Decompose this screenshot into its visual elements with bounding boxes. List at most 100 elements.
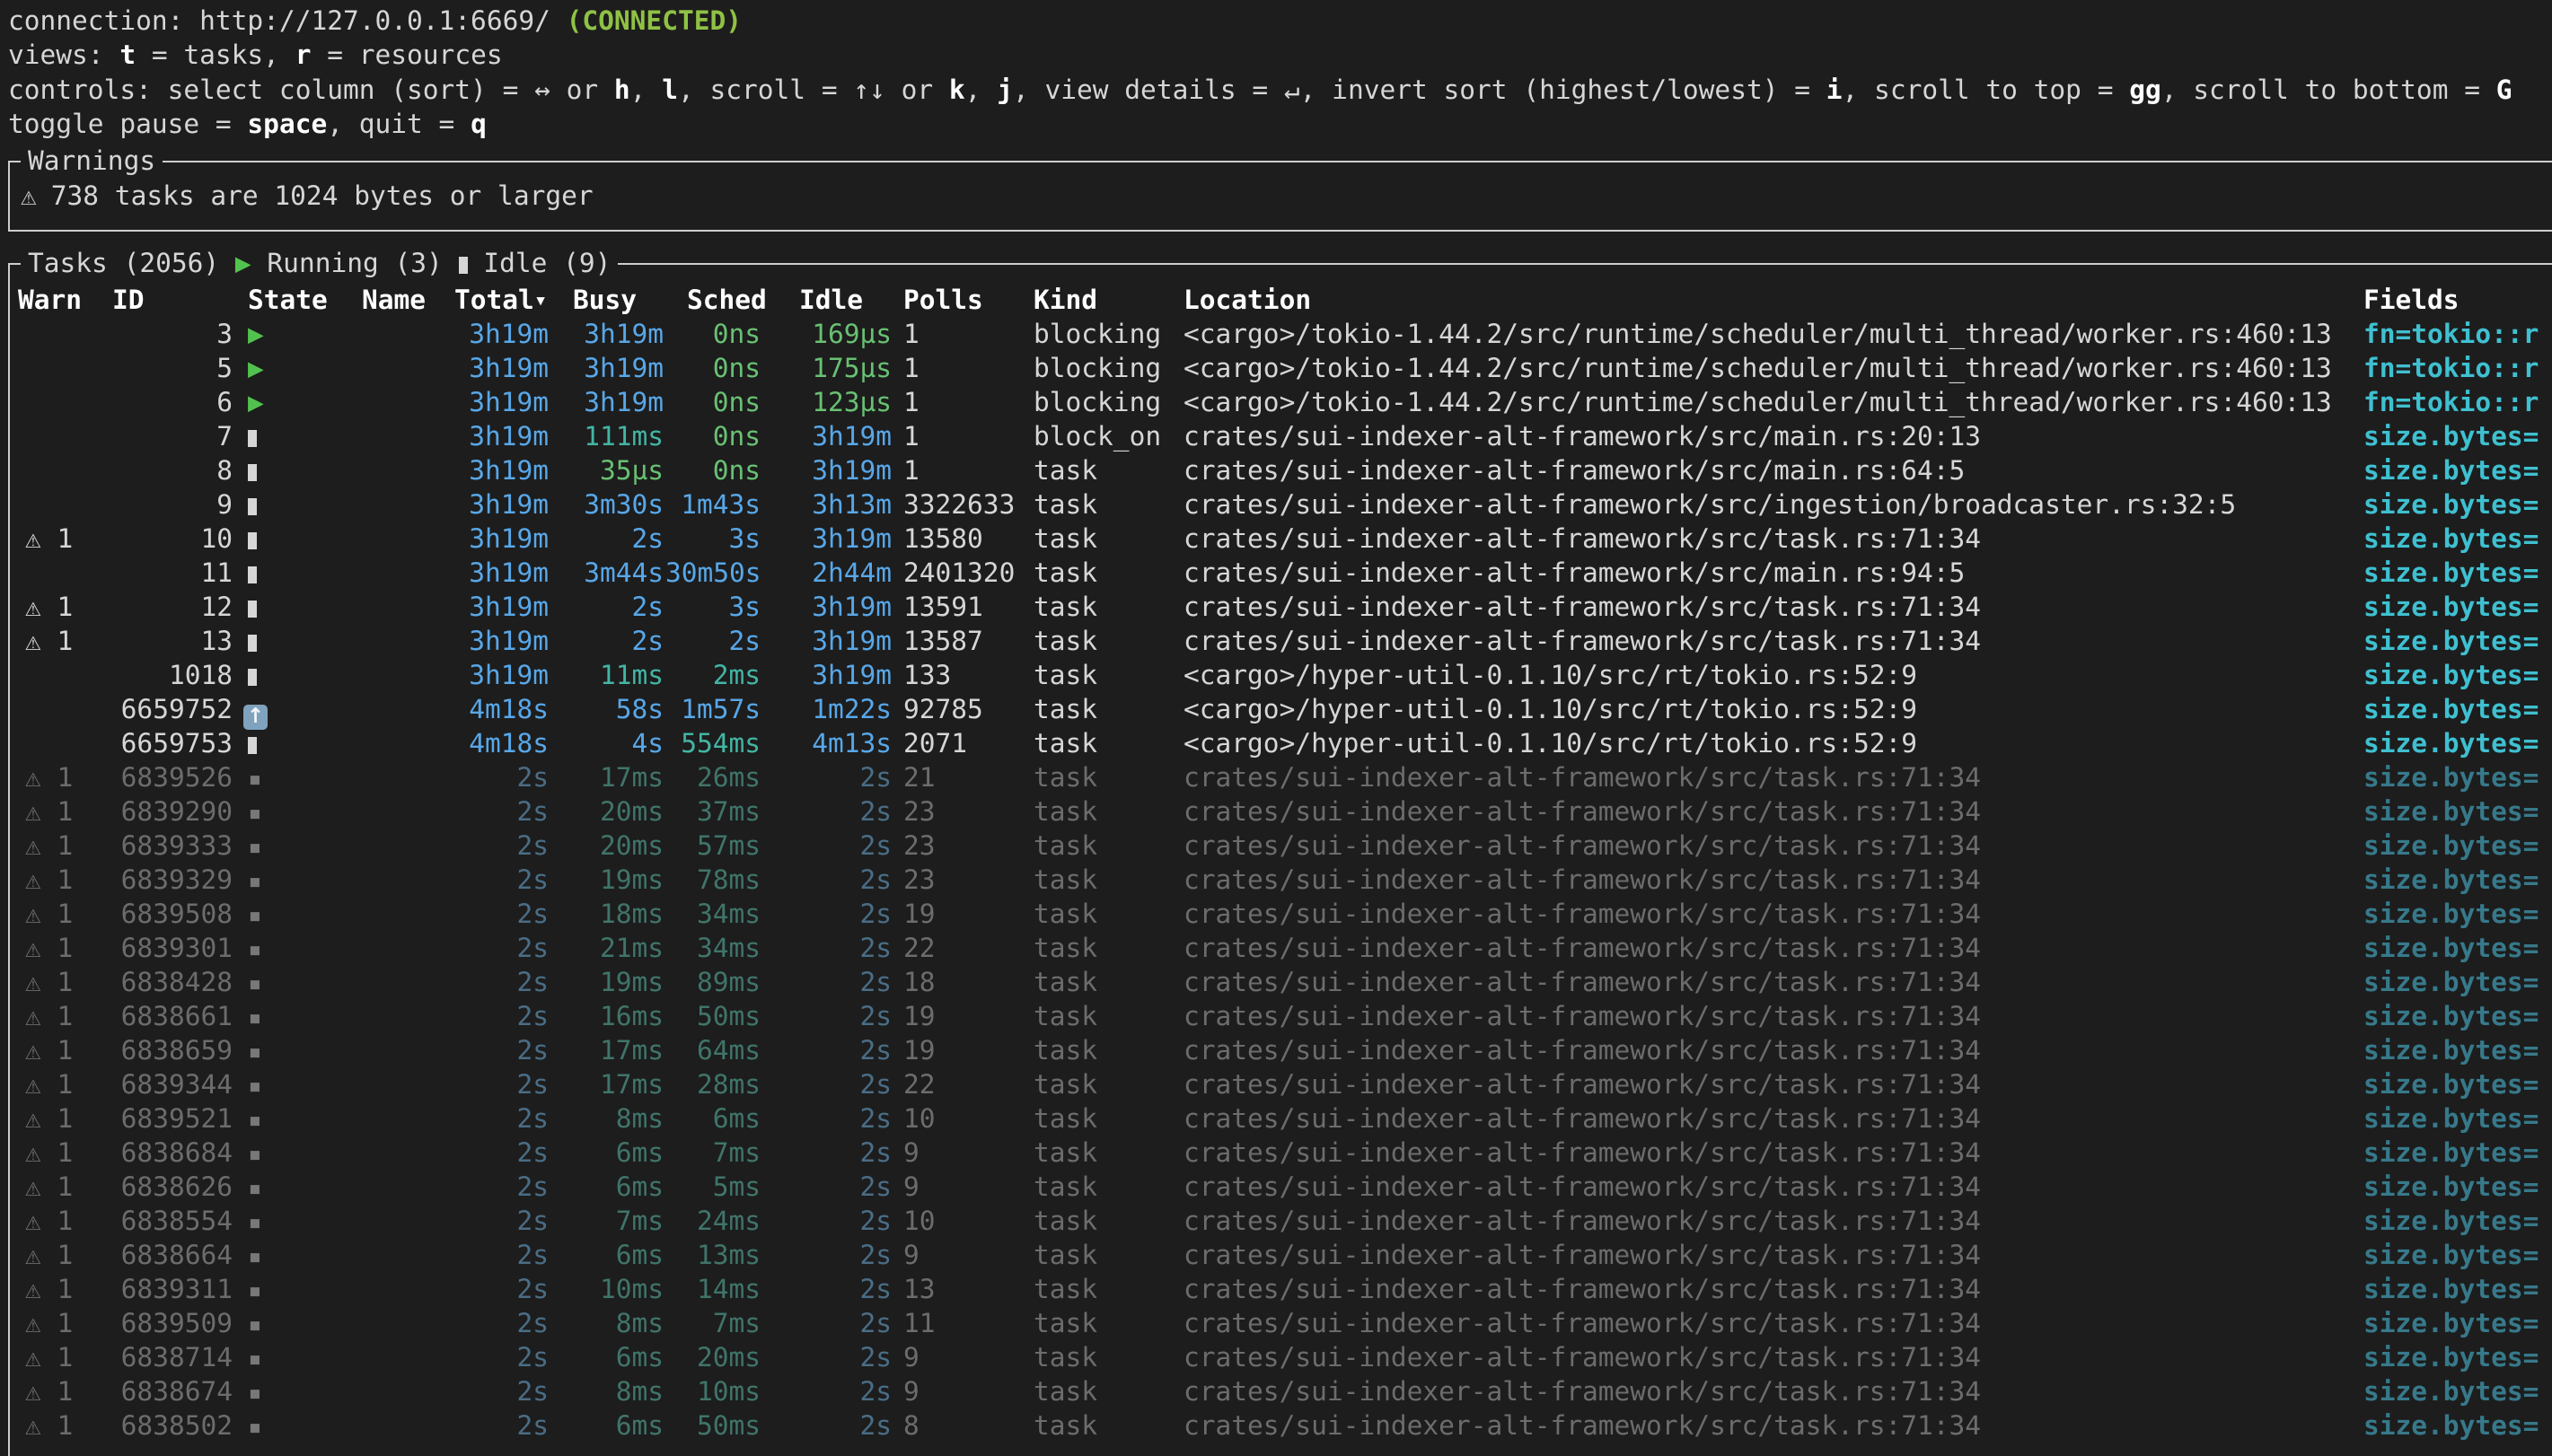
task-sched: 10ms xyxy=(665,1374,762,1410)
column-header-polls[interactable]: Polls xyxy=(893,283,1034,317)
warning-icon: ⚠ xyxy=(25,762,41,793)
task-row[interactable]: ⚠ 1123h19m2s3s3h19m13591taskcrates/sui-i… xyxy=(18,590,2552,624)
column-header-label: Name xyxy=(362,285,426,315)
task-row[interactable]: 113h19m3m44s30m50s2h44m2401320taskcrates… xyxy=(18,556,2552,590)
task-name xyxy=(355,1408,444,1444)
task-row[interactable]: 73h19m111ms0ns3h19m1block_oncrates/sui-i… xyxy=(18,419,2552,453)
pause-icon xyxy=(248,532,257,549)
task-row[interactable]: ⚠ 16838661▪2s16ms50ms2s19taskcrates/sui-… xyxy=(18,999,2552,1033)
task-busy: 3m30s xyxy=(550,487,665,522)
task-row[interactable]: ⚠ 16838664▪2s6ms13ms2s9taskcrates/sui-in… xyxy=(18,1238,2552,1272)
task-row[interactable]: 3▶3h19m3h19m0ns169µs1blocking<cargo>/tok… xyxy=(18,317,2552,351)
title-segment: Tasks (2056) xyxy=(28,248,235,278)
warning-icon: ⚠ xyxy=(25,967,41,997)
task-kind: task xyxy=(1034,556,1184,590)
pause-icon xyxy=(248,498,257,515)
column-header-label: Fields xyxy=(2363,285,2460,315)
task-name xyxy=(355,794,444,830)
column-header-idle[interactable]: Idle xyxy=(762,283,893,317)
task-sched: 0ns xyxy=(665,419,762,453)
task-id: 6839344 xyxy=(112,1067,238,1103)
stopped-icon: ▪ xyxy=(248,800,262,827)
task-idle: 2s xyxy=(762,931,893,967)
task-polls: 9 xyxy=(893,1374,1034,1410)
task-row[interactable]: ⚠ 16838684▪2s6ms7ms2s9taskcrates/sui-ind… xyxy=(18,1136,2552,1170)
column-header-warn[interactable]: Warn xyxy=(18,283,112,317)
task-idle: 3h13m xyxy=(762,487,893,522)
task-row[interactable]: 6659752↑4m18s58s1m57s1m22s92785task<carg… xyxy=(18,692,2552,726)
task-idle: 2s xyxy=(762,829,893,864)
column-header-busy[interactable]: Busy xyxy=(550,283,665,317)
column-header-kind[interactable]: Kind xyxy=(1034,283,1184,317)
task-fields: fn=tokio::r xyxy=(2363,317,2552,351)
task-row[interactable]: 83h19m35µs0ns3h19m1taskcrates/sui-indexe… xyxy=(18,453,2552,487)
column-header-fields[interactable]: Fields xyxy=(2363,283,2552,317)
task-row[interactable]: 10183h19m11ms2ms3h19m133task<cargo>/hype… xyxy=(18,658,2552,692)
task-kind: task xyxy=(1034,726,1184,760)
task-sched: 20ms xyxy=(665,1340,762,1376)
task-fields-text: size.bytes= xyxy=(2363,592,2539,622)
warn-cell: ⚠ 1 xyxy=(18,1374,112,1410)
task-row[interactable]: ⚠ 16838674▪2s8ms10ms2s9taskcrates/sui-in… xyxy=(18,1374,2552,1408)
task-row[interactable]: ⚠ 1103h19m2s3s3h19m13580taskcrates/sui-i… xyxy=(18,522,2552,556)
task-fields: size.bytes= xyxy=(2363,1033,2552,1069)
task-row[interactable]: ⚠ 16838714▪2s6ms20ms2s9taskcrates/sui-in… xyxy=(18,1340,2552,1374)
task-location: crates/sui-indexer-alt-framework/src/tas… xyxy=(1184,1067,2363,1103)
task-row[interactable]: ⚠ 1133h19m2s2s3h19m13587taskcrates/sui-i… xyxy=(18,624,2552,658)
task-row[interactable]: ⚠ 16838428▪2s19ms89ms2s18taskcrates/sui-… xyxy=(18,965,2552,999)
task-row[interactable]: ⚠ 16839344▪2s17ms28ms2s22taskcrates/sui-… xyxy=(18,1067,2552,1101)
task-row[interactable]: 66597534m18s4s554ms4m13s2071task<cargo>/… xyxy=(18,726,2552,760)
task-row[interactable]: ⚠ 16839311▪2s10ms14ms2s13taskcrates/sui-… xyxy=(18,1272,2552,1306)
warn-cell: ⚠ 1 xyxy=(18,794,112,830)
task-row[interactable]: 5▶3h19m3h19m0ns175µs1blocking<cargo>/tok… xyxy=(18,351,2552,385)
task-total: 3h19m xyxy=(444,419,550,453)
column-header-label: Location xyxy=(1184,285,1311,315)
task-total: 2s xyxy=(444,1238,550,1274)
task-kind: task xyxy=(1034,931,1184,967)
task-row[interactable]: ⚠ 16839301▪2s21ms34ms2s22taskcrates/sui-… xyxy=(18,931,2552,965)
column-header-id[interactable]: ID xyxy=(112,283,238,317)
task-row[interactable]: 6▶3h19m3h19m0ns123µs1blocking<cargo>/tok… xyxy=(18,385,2552,419)
text-segment: toggle pause = xyxy=(8,109,247,139)
text-segment: t xyxy=(119,39,136,70)
warn-count: 1 xyxy=(41,830,74,861)
task-sched: 34ms xyxy=(665,897,762,933)
task-fields-text: size.bytes= xyxy=(2363,899,2539,929)
task-sched: 64ms xyxy=(665,1033,762,1069)
task-row[interactable]: ⚠ 16839333▪2s20ms57ms2s23taskcrates/sui-… xyxy=(18,829,2552,863)
task-fields: size.bytes= xyxy=(2363,590,2552,624)
text-segment: h xyxy=(614,75,630,105)
task-row[interactable]: ⚠ 16838502▪2s6ms50ms2s8taskcrates/sui-in… xyxy=(18,1408,2552,1443)
task-sched: 13ms xyxy=(665,1238,762,1274)
task-polls: 2071 xyxy=(893,726,1034,760)
task-idle: 2s xyxy=(762,1238,893,1274)
task-fields-text: fn=tokio::r xyxy=(2363,387,2539,417)
warn-cell: ⚠ 1 xyxy=(18,863,112,899)
warn-count: 1 xyxy=(41,1171,74,1202)
task-row[interactable]: ⚠ 16838554▪2s7ms24ms2s10taskcrates/sui-i… xyxy=(18,1204,2552,1238)
column-header-location[interactable]: Location xyxy=(1184,283,2363,317)
task-row[interactable]: ⚠ 16839290▪2s20ms37ms2s23taskcrates/sui-… xyxy=(18,794,2552,829)
task-row[interactable]: ⚠ 16838626▪2s6ms5ms2s9taskcrates/sui-ind… xyxy=(18,1170,2552,1204)
task-row[interactable]: ⚠ 16839526▪2s17ms26ms2s21taskcrates/sui-… xyxy=(18,760,2552,794)
task-row[interactable]: ⚠ 16839508▪2s18ms34ms2s19taskcrates/sui-… xyxy=(18,897,2552,931)
column-header-total[interactable]: Total▾ xyxy=(444,283,550,317)
column-header-state[interactable]: State xyxy=(238,283,355,317)
task-row[interactable]: 93h19m3m30s1m43s3h13m3322633taskcrates/s… xyxy=(18,487,2552,522)
task-location: crates/sui-indexer-alt-framework/src/tas… xyxy=(1184,1408,2363,1444)
stopped-icon: ▪ xyxy=(248,1039,262,1066)
warn-cell xyxy=(18,453,112,487)
task-location: crates/sui-indexer-alt-framework/src/tas… xyxy=(1184,522,2363,556)
task-name xyxy=(355,1033,444,1069)
task-row[interactable]: ⚠ 16838659▪2s17ms64ms2s19taskcrates/sui-… xyxy=(18,1033,2552,1067)
column-header-sched[interactable]: Sched xyxy=(665,283,762,317)
task-sched: 0ns xyxy=(665,351,762,385)
task-state: ▪ xyxy=(238,1170,355,1206)
task-row[interactable]: ⚠ 16839329▪2s19ms78ms2s23taskcrates/sui-… xyxy=(18,863,2552,897)
column-header-name[interactable]: Name xyxy=(355,283,444,317)
task-row[interactable]: ⚠ 16839509▪2s8ms7ms2s11taskcrates/sui-in… xyxy=(18,1306,2552,1340)
task-row[interactable]: ⚠ 16839521▪2s8ms6ms2s10taskcrates/sui-in… xyxy=(18,1101,2552,1136)
task-state: ▪ xyxy=(238,794,355,830)
warning-icon: ⚠ xyxy=(25,1035,41,1066)
task-name xyxy=(355,590,444,624)
